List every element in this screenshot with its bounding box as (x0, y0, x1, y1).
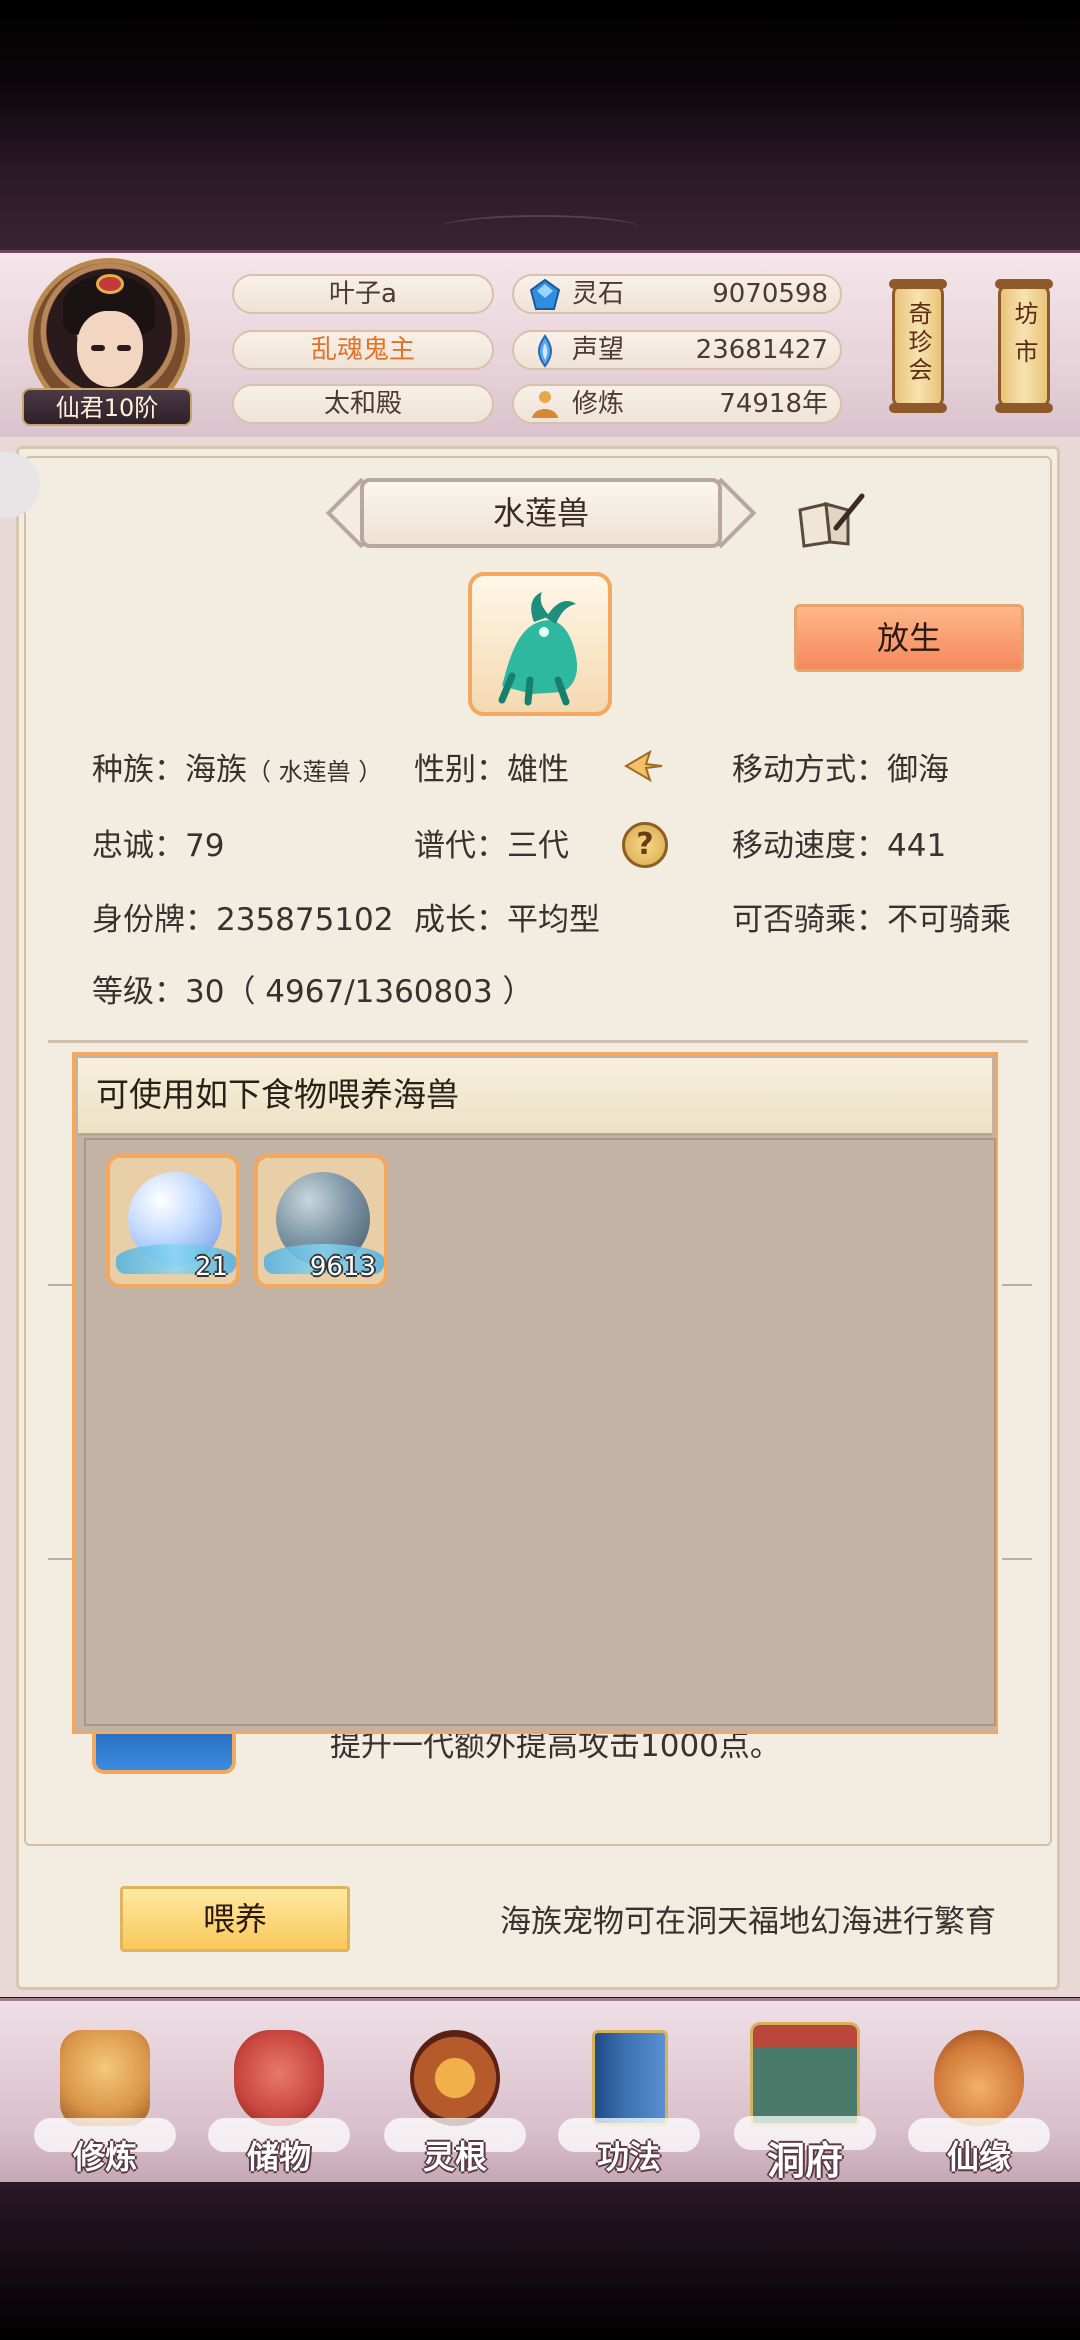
nav-cultivate[interactable]: 修炼 (30, 2020, 180, 2176)
pet-level: 等级：30（ 4967/1360803 ） (92, 974, 534, 1010)
player-name: 叶子a (232, 274, 494, 314)
cultivate-icon (60, 2030, 150, 2126)
bottom-safe-area (0, 2182, 1080, 2340)
feed-item-slot[interactable]: 21 (106, 1154, 240, 1288)
feed-popup-title: 可使用如下食物喂养海兽 (78, 1058, 992, 1136)
technique-book-icon (592, 2030, 668, 2126)
feed-button[interactable]: 喂养 (120, 1886, 350, 1952)
pet-loyalty: 忠诚：79 (92, 828, 225, 864)
nav-fate[interactable]: 仙缘 (904, 2020, 1054, 2176)
player-title[interactable]: 乱魂鬼主 (232, 330, 494, 370)
pet-name: 水莲兽 (492, 494, 589, 532)
nav-cave-mansion[interactable]: 洞府 (730, 2012, 880, 2183)
pet-race: 种族：海族（ 水莲兽 ） (92, 752, 383, 788)
breeding-hint: 海族宠物可在洞天福地幻海进行繁育 (500, 1904, 996, 1940)
rank-badge: 仙君10阶 (22, 388, 192, 426)
stat-cultivation: 修炼 74918年 (512, 384, 842, 424)
treasure-auction-button[interactable]: 奇珍会 (889, 279, 947, 413)
pet-rideable: 可否骑乘：不可骑乘 (732, 902, 1011, 938)
pet-movement: 移动方式：御海 (732, 752, 949, 788)
gender-switch-arrow-icon[interactable] (620, 744, 668, 788)
pet-sea-beast-icon (498, 592, 578, 706)
spirit-root-icon (410, 2030, 500, 2126)
pet-generation: 谱代：三代 (414, 828, 569, 864)
feed-item-count: 9613 (309, 1252, 376, 1282)
divider (48, 1040, 1028, 1043)
pet-growth: 成长：平均型 (414, 902, 600, 938)
divider-tick (1002, 1558, 1032, 1560)
cultivation-icon (532, 391, 558, 418)
generation-help-icon[interactable]: ? (622, 822, 668, 868)
rename-book-icon[interactable] (796, 492, 866, 548)
stat-spirit-stone: 灵石 9070598 (512, 274, 842, 314)
fate-gourd-icon (934, 2030, 1024, 2126)
top-status-area (0, 0, 1080, 250)
player-sect: 太和殿 (232, 384, 494, 424)
nav-storage[interactable]: 储物 (204, 2020, 354, 2176)
feed-item-count: 21 (194, 1252, 228, 1282)
release-button[interactable]: 放生 (794, 604, 1024, 672)
reputation-icon (538, 334, 552, 368)
nav-technique[interactable]: 功法 (554, 2020, 704, 2176)
storage-bag-icon (234, 2030, 324, 2126)
feed-item-slot[interactable]: 9613 (254, 1154, 388, 1288)
spirit-stone-icon (529, 278, 561, 310)
nav-spirit-root[interactable]: 灵根 (380, 2020, 530, 2176)
pet-gender: 性别：雄性 (414, 752, 569, 788)
cave-mansion-icon (750, 2022, 860, 2126)
pet-speed: 移动速度：441 (732, 828, 947, 864)
pet-id-tag: 身份牌：235875102 (92, 902, 394, 938)
market-button[interactable]: 坊市 (995, 279, 1053, 413)
divider-tick (1002, 1284, 1032, 1286)
stat-reputation: 声望 23681427 (512, 330, 842, 370)
pet-portrait[interactable] (468, 572, 612, 716)
pet-name-plate: 水莲兽 (325, 477, 757, 549)
